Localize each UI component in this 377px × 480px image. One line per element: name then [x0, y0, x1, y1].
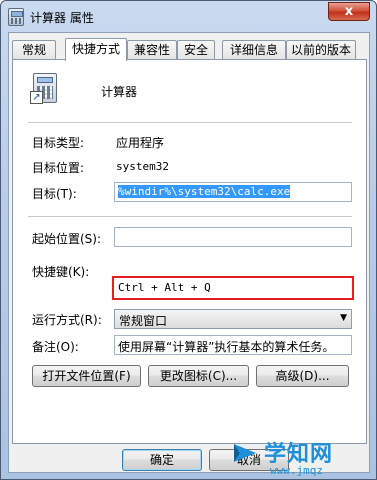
divider [28, 122, 352, 124]
calculator-screen [37, 77, 53, 83]
properties-window: 计算器 属性 x 常规 快捷方式 兼容性 安全 详细信息 以前的版本 ↗ 计算器… [0, 0, 377, 480]
calculator-icon: ↗ [30, 73, 60, 107]
target-input[interactable]: %windir%\system32\calc.exe [114, 182, 352, 202]
divider [28, 216, 352, 218]
watermark-logo-icon [234, 444, 256, 462]
target-label: 目标(T): [32, 187, 77, 201]
open-file-location-button[interactable]: 打开文件位置(F) [32, 365, 141, 387]
hotkey-label: 快捷键(K): [32, 265, 90, 279]
title-bar[interactable]: 计算器 属性 x [1, 1, 376, 33]
comment-input[interactable]: 使用屏幕“计算器”执行基本的算术任务。 [114, 335, 352, 355]
dialog-client: 常规 快捷方式 兼容性 安全 详细信息 以前的版本 ↗ 计算器 目标类型: 应用… [8, 32, 370, 473]
hotkey-input[interactable]: Ctrl + Alt + Q [114, 278, 352, 298]
change-icon-button[interactable]: 更改图标(C)... [148, 365, 249, 387]
tab-compatibility[interactable]: 兼容性 [127, 40, 177, 60]
ok-button[interactable]: 确定 [122, 449, 202, 471]
advanced-button[interactable]: 高级(D)... [256, 365, 349, 387]
target-location-value: system32 [116, 160, 169, 173]
chevron-down-icon: ▼ [340, 313, 347, 323]
start-in-input[interactable] [114, 227, 352, 247]
watermark: 学知网 www.jmqz [232, 432, 377, 480]
shortcut-tab-page: ↗ 计算器 目标类型: 应用程序 目标位置: system32 目标(T): %… [12, 59, 367, 444]
run-select[interactable]: 常规窗口 ▼ [114, 309, 352, 329]
close-icon: x [344, 4, 354, 19]
window-title: 计算器 属性 [30, 11, 94, 25]
run-label: 运行方式(R): [32, 313, 102, 327]
app-name: 计算器 [101, 85, 138, 99]
tab-security[interactable]: 安全 [177, 40, 215, 60]
target-location-label: 目标位置: [32, 161, 85, 175]
close-button[interactable]: x [328, 2, 370, 21]
run-selected-value: 常规窗口 [119, 314, 168, 328]
watermark-url: www.jmqz [270, 464, 323, 477]
tab-shortcut[interactable]: 快捷方式 [65, 38, 127, 61]
tab-details[interactable]: 详细信息 [222, 40, 286, 60]
calculator-icon [8, 8, 24, 26]
tab-general[interactable]: 常规 [12, 40, 56, 60]
target-type-value: 应用程序 [116, 136, 165, 150]
tab-previous-versions[interactable]: 以前的版本 [286, 40, 356, 60]
shortcut-arrow-icon: ↗ [30, 91, 43, 104]
target-value: %windir%\system32\calc.exe [118, 185, 291, 198]
target-type-label: 目标类型: [32, 136, 85, 150]
start-in-label: 起始位置(S): [32, 232, 102, 246]
comment-label: 备注(O): [32, 340, 79, 354]
